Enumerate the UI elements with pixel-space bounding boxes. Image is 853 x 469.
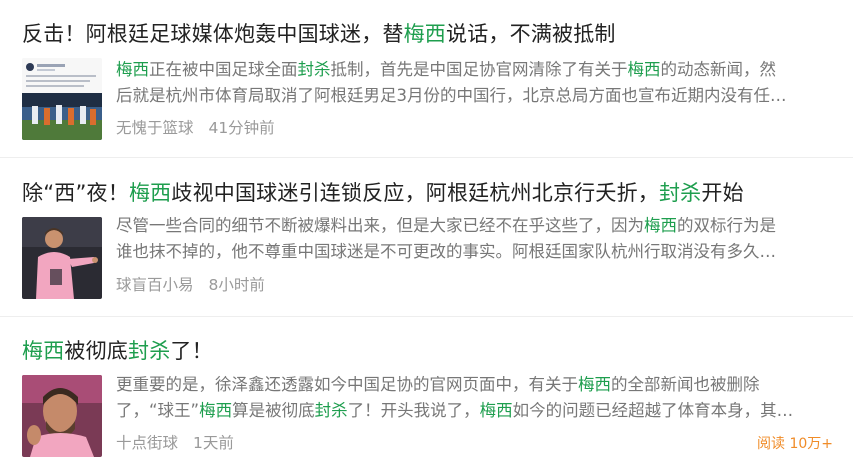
keyword-highlight: 梅西 <box>627 60 661 79</box>
article-title-1[interactable]: 反击！阿根廷足球媒体炮轰中国球迷，替梅西说话，不满被抵制 <box>22 18 616 48</box>
text-segment: 谁也抹不掉的，他不尊重中国球迷是不可更改的事实。阿根廷国家队杭州行取消没有多久… <box>116 242 776 261</box>
article-source-1[interactable]: 无愧于篮球 <box>116 119 194 137</box>
article-summary-2[interactable]: 尽管一些合同的细节不断被爆料出来，但是大家已经不在乎这些了，因为梅西的双标行为是… <box>116 213 828 267</box>
text-segment: 了！ <box>170 339 213 363</box>
article-item-2[interactable]: 除“西”夜！梅西歧视中国球迷引连锁反应，阿根廷杭州北京行夭折，封杀开始 尽管一些… <box>0 158 853 316</box>
text-segment: 的双标行为是 <box>677 216 776 235</box>
text-segment: 的全部新闻也被删除 <box>611 375 760 394</box>
keyword-highlight: 梅西 <box>578 375 611 394</box>
text-segment: 正在被中国足球全面 <box>149 60 298 79</box>
article-title-3[interactable]: 梅西被彻底封杀了！ <box>22 335 213 365</box>
text-segment: 尽管一些合同的细节不断被爆料出来，但是大家已经不在乎这些了，因为 <box>116 216 644 235</box>
keyword-highlight: 梅西 <box>479 401 513 420</box>
keyword-highlight: 封杀 <box>658 181 702 205</box>
keyword-highlight: 封杀 <box>314 401 348 420</box>
text-segment: 了！开头我说了， <box>347 401 480 420</box>
article-time-2: 8小时前 <box>208 276 265 294</box>
article-thumbnail-1[interactable] <box>22 58 102 140</box>
text-segment: 开始 <box>701 181 744 205</box>
text-segment: 如今的问题已经超越了体育本身，其… <box>512 401 794 420</box>
article-summary-1[interactable]: 梅西正在被中国足球全面封杀抵制，首先是中国足协官网清除了有关于梅西的动态新闻，然… <box>116 57 828 111</box>
keyword-highlight: 梅西 <box>116 60 149 79</box>
player-photo-image <box>22 217 102 299</box>
text-segment: 了，“球王” <box>116 401 200 420</box>
article-item-1[interactable]: 反击！阿根廷足球媒体炮轰中国球迷，替梅西说话，不满被抵制 梅西正在被中国足球全面… <box>0 0 853 157</box>
keyword-highlight: 梅西 <box>128 181 172 205</box>
article-thumbnail-2[interactable] <box>22 217 102 299</box>
article-meta-1: 无愧于篮球 41分钟前 <box>116 116 285 138</box>
article-thumbnail-3[interactable] <box>22 375 102 457</box>
keyword-highlight: 梅西 <box>22 339 65 363</box>
read-count[interactable]: 阅读 10万+ <box>757 433 833 453</box>
article-time-1: 41分钟前 <box>208 119 275 137</box>
text-segment: 除“西”夜！ <box>22 181 129 205</box>
text-segment: 歧视中国球迷引连锁反应，阿根廷杭州北京行夭折， <box>171 181 659 205</box>
text-segment: 更重要的是，徐泽鑫还透露如今中国足协的官网页面中，有关于 <box>116 375 578 394</box>
article-item-3[interactable]: 梅西被彻底封杀了！ 更重要的是，徐泽鑫还透露如今中国足协的官网页面中，有关于梅西… <box>0 317 853 469</box>
text-segment: 后就是杭州市体育局取消了阿根廷男足3月份的中国行，北京总局方面也宣布近期内没有任… <box>116 86 787 105</box>
article-time-3: 1天前 <box>192 434 234 452</box>
keyword-highlight: 梅西 <box>403 22 447 46</box>
article-source-2[interactable]: 球盲百小易 <box>116 276 194 294</box>
text-segment: 抵制，首先是中国足协官网清除了有关于 <box>330 60 628 79</box>
text-segment: 反击！阿根廷足球媒体炮轰中国球迷，替 <box>22 22 404 46</box>
text-segment: 被彻底 <box>64 339 129 363</box>
text-segment: 的动态新闻，然 <box>660 60 777 79</box>
keyword-highlight: 封杀 <box>128 339 171 363</box>
text-segment: 说话，不满被抵制 <box>446 22 616 46</box>
keyword-highlight: 封杀 <box>297 60 331 79</box>
keyword-highlight: 梅西 <box>644 216 677 235</box>
player-photo-image <box>22 375 102 457</box>
article-source-3[interactable]: 十点街球 <box>116 434 178 452</box>
article-summary-3[interactable]: 更重要的是，徐泽鑫还透露如今中国足协的官网页面中，有关于梅西的全部新闻也被删除 … <box>116 372 828 426</box>
article-title-2[interactable]: 除“西”夜！梅西歧视中国球迷引连锁反应，阿根廷杭州北京行夭折，封杀开始 <box>22 177 744 207</box>
keyword-highlight: 梅西 <box>199 401 233 420</box>
article-meta-2: 球盲百小易 8小时前 <box>116 273 275 295</box>
article-meta-3: 十点街球 1天前 <box>116 431 244 453</box>
text-segment: 算是被彻底 <box>232 401 315 420</box>
tweet-screenshot-image <box>22 58 102 140</box>
